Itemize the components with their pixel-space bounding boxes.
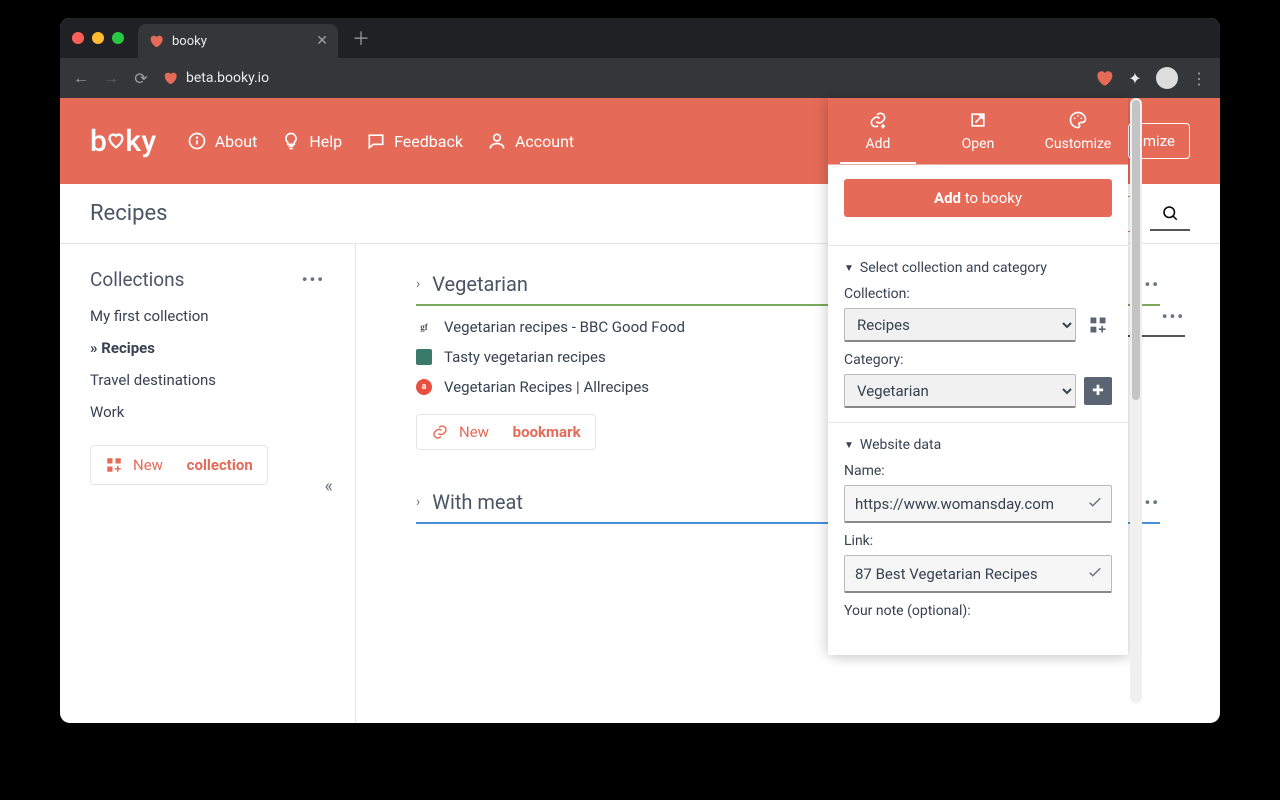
check-icon bbox=[1086, 563, 1104, 585]
address-bar[interactable]: beta.booky.io bbox=[162, 70, 1082, 86]
browser-tab[interactable]: booky ✕ bbox=[138, 24, 338, 58]
new-tab-button[interactable]: ＋ bbox=[352, 25, 370, 51]
tab-open[interactable]: Open bbox=[928, 98, 1028, 164]
category-label: Category: bbox=[844, 352, 1112, 368]
site-favicon: a bbox=[416, 379, 432, 395]
browser-chrome: booky ✕ ＋ ← → ⟳ beta.booky.io ✦ ⋮ bbox=[60, 18, 1220, 98]
url-text: beta.booky.io bbox=[186, 70, 269, 86]
grid-plus-icon[interactable] bbox=[1084, 311, 1112, 339]
info-icon bbox=[187, 131, 207, 151]
category-menu-icon[interactable]: ••• bbox=[1162, 307, 1185, 326]
collection-select[interactable]: Recipes bbox=[844, 308, 1076, 342]
site-favicon bbox=[416, 349, 432, 365]
sidebar-item-work[interactable]: Work bbox=[90, 403, 325, 421]
heart-icon bbox=[148, 33, 164, 49]
site-favicon: gf bbox=[416, 319, 432, 335]
sidebar: Collections ••• My first collection Reci… bbox=[60, 244, 356, 723]
page-title: Recipes bbox=[90, 201, 167, 226]
sidebar-item-travel[interactable]: Travel destinations bbox=[90, 371, 325, 389]
link-input[interactable] bbox=[844, 555, 1112, 593]
tab-add[interactable]: Add bbox=[828, 98, 928, 164]
palette-icon bbox=[1068, 110, 1088, 130]
link-plus-icon bbox=[868, 110, 888, 130]
collection-list: My first collection Recipes Travel desti… bbox=[90, 307, 325, 421]
tab-customize[interactable]: Customize bbox=[1028, 98, 1128, 164]
grid-plus-icon bbox=[105, 456, 123, 474]
new-bookmark-button[interactable]: New bookmark bbox=[416, 414, 596, 450]
link-plus-icon bbox=[431, 423, 449, 441]
name-input[interactable] bbox=[844, 485, 1112, 523]
new-collection-button[interactable]: New collection bbox=[90, 445, 268, 485]
main-nav: About Help Feedback Account bbox=[187, 131, 574, 151]
window-controls[interactable] bbox=[72, 32, 124, 44]
heart-icon bbox=[105, 124, 127, 159]
tab-title: booky bbox=[172, 34, 308, 49]
open-icon bbox=[968, 110, 988, 130]
nav-account[interactable]: Account bbox=[487, 131, 574, 151]
extension-popup: Add Open Customize Add to booky Select c… bbox=[828, 98, 1128, 655]
nav-feedback[interactable]: Feedback bbox=[366, 131, 463, 151]
search-button[interactable] bbox=[1150, 197, 1190, 231]
extension-heart-icon[interactable] bbox=[1094, 68, 1114, 88]
minimize-window-icon[interactable] bbox=[92, 32, 104, 44]
heart-icon bbox=[162, 70, 178, 86]
nav-help[interactable]: Help bbox=[281, 131, 342, 151]
person-icon bbox=[487, 131, 507, 151]
kebab-menu-icon[interactable]: ⋮ bbox=[1190, 69, 1208, 88]
chat-icon bbox=[366, 131, 386, 151]
sidebar-menu-icon[interactable]: ••• bbox=[302, 270, 325, 289]
back-icon[interactable]: ← bbox=[72, 68, 90, 88]
check-icon bbox=[1086, 493, 1104, 515]
note-label: Your note (optional): bbox=[844, 603, 1112, 619]
bulb-icon bbox=[281, 131, 301, 151]
sidebar-item-my-first[interactable]: My first collection bbox=[90, 307, 325, 325]
chevron-right-icon[interactable]: › bbox=[416, 494, 420, 510]
profile-avatar[interactable] bbox=[1156, 67, 1178, 89]
extension-tabs: Add Open Customize bbox=[828, 98, 1128, 165]
collection-label: Collection: bbox=[844, 286, 1112, 302]
close-window-icon[interactable] bbox=[72, 32, 84, 44]
browser-window: booky ✕ ＋ ← → ⟳ beta.booky.io ✦ ⋮ bbox=[60, 18, 1220, 723]
nav-about[interactable]: About bbox=[187, 131, 258, 151]
extensions-icon[interactable]: ✦ bbox=[1126, 69, 1144, 88]
section-collection[interactable]: Select collection and category bbox=[844, 260, 1112, 276]
toolbar: ← → ⟳ beta.booky.io ✦ ⋮ bbox=[60, 58, 1220, 98]
chevron-right-icon[interactable]: › bbox=[416, 276, 420, 292]
sidebar-title: Collections bbox=[90, 268, 184, 291]
link-label: Link: bbox=[844, 533, 1112, 549]
extension-body: Add to booky Select collection and categ… bbox=[828, 165, 1128, 639]
close-tab-icon[interactable]: ✕ bbox=[316, 33, 328, 49]
reload-icon[interactable]: ⟳ bbox=[132, 69, 150, 88]
toolbar-right: ✦ ⋮ bbox=[1094, 67, 1208, 89]
category-select[interactable]: Vegetarian bbox=[844, 374, 1076, 408]
sidebar-item-recipes[interactable]: Recipes bbox=[90, 339, 325, 357]
search-icon bbox=[1161, 204, 1179, 222]
plus-icon[interactable]: ✚ bbox=[1084, 377, 1112, 405]
collapse-sidebar-icon[interactable]: « bbox=[325, 476, 333, 497]
add-to-booky-button[interactable]: Add to booky bbox=[844, 179, 1112, 217]
tab-strip: booky ✕ ＋ bbox=[60, 18, 1220, 58]
section-website-data[interactable]: Website data bbox=[844, 437, 1112, 453]
maximize-window-icon[interactable] bbox=[112, 32, 124, 44]
logo[interactable]: bky bbox=[90, 124, 157, 159]
popup-scrollbar[interactable] bbox=[1130, 98, 1142, 703]
name-label: Name: bbox=[844, 463, 1112, 479]
forward-icon[interactable]: → bbox=[102, 68, 120, 88]
